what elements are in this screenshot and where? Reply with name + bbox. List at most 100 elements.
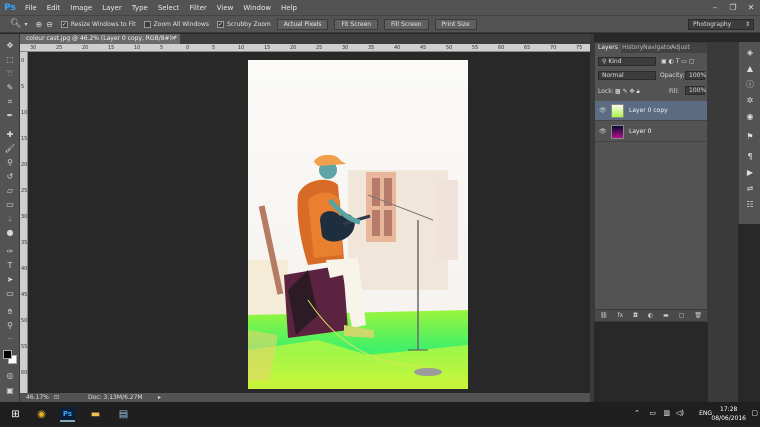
menu-image[interactable]: Image (65, 4, 97, 12)
resize-windows-check[interactable]: ✓ Resize Windows to Fit (60, 20, 136, 28)
fill-screen-button[interactable]: Fill Screen (384, 18, 429, 30)
workspace-select[interactable]: Photography ⇕ (688, 19, 754, 30)
restore-button[interactable]: ❐ (724, 0, 742, 15)
quick-mask-icon[interactable]: ◎ (3, 370, 17, 381)
fit-screen-button[interactable]: Fit Screen (334, 18, 379, 30)
network-icon[interactable]: ▥ (663, 409, 670, 417)
new-layer-icon[interactable]: ▢ (679, 312, 685, 319)
notifications-icon[interactable]: ▢ (751, 409, 758, 417)
document-canvas[interactable] (248, 60, 468, 389)
color-icon[interactable]: ✲ (744, 96, 756, 106)
healing-brush-tool-icon[interactable]: ✚ (3, 129, 17, 140)
volume-icon[interactable]: ◁) (676, 409, 684, 417)
hand-tool-icon[interactable]: ✋︎ (3, 306, 17, 317)
foreground-color-swatch[interactable] (3, 350, 12, 359)
file-explorer-icon[interactable]: ▬ (88, 407, 103, 422)
checkbox-icon[interactable]: ✓ (60, 20, 68, 28)
lock-icons[interactable]: ▩ ✎ ✥ 🔒︎ (615, 88, 640, 96)
zoom-tool-icon[interactable]: ⚲ (3, 320, 17, 331)
crop-tool-icon[interactable]: ⌗ (3, 96, 17, 107)
fill-input[interactable]: 100% (685, 86, 706, 95)
tab-layers[interactable]: Layers (595, 43, 621, 53)
clone-stamp-tool-icon[interactable]: ⚲ (3, 157, 17, 168)
dodge-tool-icon[interactable]: ● (3, 227, 17, 238)
menu-filter[interactable]: Filter (184, 4, 211, 12)
zoom-level[interactable]: 46.17% (26, 393, 49, 402)
styles-icon[interactable]: ☷ (744, 200, 756, 210)
layer-row-layer-0[interactable]: 👁︎ Layer 0 (595, 122, 707, 142)
checkbox-icon[interactable]: ✓ (217, 20, 224, 28)
brush-tool-icon[interactable]: 🖌︎ (3, 143, 17, 154)
tray-up-icon[interactable]: ⌃ (634, 409, 640, 417)
eyedropper-tool-icon[interactable]: ✒ (3, 110, 17, 121)
layers-icon[interactable]: ◈ (744, 48, 756, 58)
pen-tool-icon[interactable]: ✑ (3, 246, 17, 257)
zoom-icon[interactable]: 🔍︎ (10, 19, 21, 29)
filter-icons[interactable]: ▣ ◐ T ▭ ▢ (661, 58, 695, 65)
more-tools-icon[interactable]: ··· (3, 334, 17, 345)
tab-adjustments[interactable]: Adjust (668, 43, 693, 53)
layer-row-layer-0-copy[interactable]: 👁︎ Layer 0 copy (595, 101, 707, 121)
document-tab[interactable]: colour cast.jpg @ 46.2% (Layer 0 copy, R… (20, 34, 180, 44)
chrome-icon[interactable]: ◉ (34, 407, 49, 422)
menu-edit[interactable]: Edit (42, 4, 66, 12)
marquee-tool-icon[interactable]: ⬚ (3, 54, 17, 65)
properties-icon[interactable]: ⚑ (744, 132, 756, 142)
fx-icon[interactable]: fx (618, 312, 624, 319)
close-tab-icon[interactable]: × (171, 34, 176, 44)
tool-preset-chevron-icon[interactable]: ▾ (24, 21, 27, 28)
brush-presets-icon[interactable]: ▲ (744, 64, 756, 74)
quick-select-tool-icon[interactable]: ✎ (3, 82, 17, 93)
type-tool-icon[interactable]: T (3, 260, 17, 271)
ruler-tick-label: 50 (21, 318, 28, 324)
scrubby-zoom-check[interactable]: ✓ Scrubby Zoom (217, 20, 271, 28)
info-icon[interactable]: ⓘ (744, 80, 756, 90)
blend-mode-select[interactable]: Normal (598, 71, 656, 80)
zoom-out-icon[interactable]: ⊖ (46, 20, 53, 29)
link-layers-icon[interactable]: ⛓ (600, 312, 608, 319)
opacity-input[interactable]: 100% (685, 71, 706, 80)
history-brush-tool-icon[interactable]: ↺ (3, 171, 17, 182)
menu-view[interactable]: View (212, 4, 239, 12)
path-selection-tool-icon[interactable]: ➤ (3, 274, 17, 285)
blur-tool-icon[interactable]: 💧︎ (3, 213, 17, 224)
move-tool-icon[interactable]: ✥ (3, 40, 17, 51)
windows-start-icon[interactable]: ⊞ (8, 407, 23, 422)
actions-icon[interactable]: ▶ (744, 168, 756, 178)
actual-pixels-button[interactable]: Actual Pixels (276, 18, 329, 30)
paragraph-icon[interactable]: ¶ (744, 152, 756, 162)
status-arrow-icon[interactable]: ▸ (158, 393, 161, 402)
menu-help[interactable]: Help (276, 4, 302, 12)
zoom-all-windows-check[interactable]: Zoom All Windows (143, 20, 209, 28)
adjustment-layer-icon[interactable]: ◐ (648, 312, 653, 319)
clock[interactable]: 17:28 08/06/2016 (711, 405, 746, 423)
shape-tool-icon[interactable]: ▭ (3, 288, 17, 299)
trash-icon[interactable]: 🗑︎ (694, 312, 702, 319)
photoshop-taskbar-icon[interactable]: Ps (60, 407, 75, 422)
menu-file[interactable]: File (20, 4, 42, 12)
add-mask-icon[interactable]: ◘ (633, 312, 638, 319)
screen-mode-icon[interactable]: ▣ (3, 385, 17, 396)
language-indicator[interactable]: ENG (699, 410, 712, 417)
visibility-eye-icon[interactable]: 👁︎ (599, 128, 607, 135)
menu-select[interactable]: Select (153, 4, 185, 12)
eraser-tool-icon[interactable]: ▱ (3, 185, 17, 196)
lasso-tool-icon[interactable]: ➰ (3, 68, 17, 79)
checkbox-icon[interactable] (143, 20, 151, 28)
app-icon[interactable]: ▤ (116, 407, 131, 422)
status-export-icon[interactable]: ⊡ (54, 393, 59, 402)
visibility-eye-icon[interactable]: 👁︎ (599, 107, 607, 114)
close-button[interactable]: ✕ (742, 0, 760, 15)
character-icon[interactable]: ⇌ (744, 184, 756, 194)
minimize-button[interactable]: – (706, 0, 724, 15)
menu-layer[interactable]: Layer (97, 4, 127, 12)
zoom-in-icon[interactable]: ⊕ (35, 20, 42, 29)
menu-type[interactable]: Type (127, 4, 153, 12)
new-group-icon[interactable]: ▬ (663, 312, 669, 319)
message-icon[interactable]: ▭ (649, 409, 656, 417)
swatches-icon[interactable]: ◉ (744, 112, 756, 122)
print-size-button[interactable]: Print Size (434, 18, 477, 30)
layer-filter-select[interactable]: ⚲ Kind (598, 57, 656, 66)
gradient-tool-icon[interactable]: ▭ (3, 199, 17, 210)
menu-window[interactable]: Window (238, 4, 276, 12)
